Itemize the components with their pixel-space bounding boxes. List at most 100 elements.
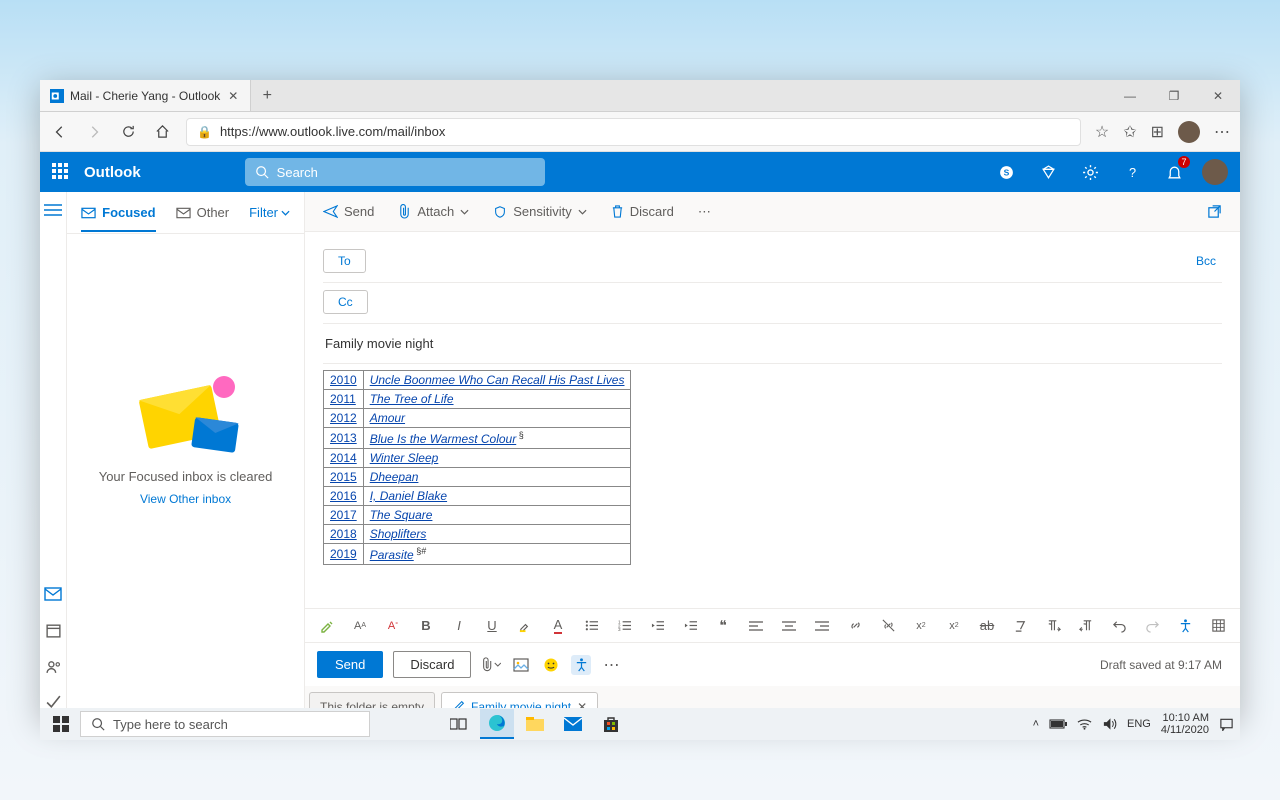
favorites-bar-icon[interactable]: ✩ — [1123, 122, 1136, 142]
favorite-star-icon[interactable]: ☆ — [1095, 122, 1109, 142]
tray-language-icon[interactable]: ENG — [1127, 718, 1151, 730]
taskbar-search-input[interactable]: Type here to search — [80, 711, 370, 737]
window-maximize-button[interactable]: ❐ — [1152, 80, 1196, 111]
cmd-sensitivity[interactable]: Sensitivity — [493, 204, 587, 219]
cmd-discard[interactable]: Discard — [611, 204, 674, 219]
title-link[interactable]: The Square — [370, 508, 433, 522]
taskbar-store-icon[interactable] — [594, 709, 628, 739]
bullets-icon[interactable] — [581, 616, 601, 636]
settings-gear-icon[interactable] — [1076, 158, 1104, 186]
bcc-toggle[interactable]: Bcc — [1196, 254, 1222, 268]
title-link[interactable]: Amour — [370, 411, 405, 425]
tray-battery-icon[interactable] — [1049, 719, 1067, 729]
tray-notifications-icon[interactable] — [1219, 717, 1234, 731]
cc-button[interactable]: Cc — [323, 290, 368, 314]
nav-back-button[interactable] — [50, 122, 70, 142]
compose-body-editor[interactable]: 2010 Uncle Boonmee Who Can Recall His Pas… — [305, 364, 1240, 608]
tray-clock[interactable]: 10:10 AM 4/11/2020 — [1161, 712, 1209, 736]
taskbar-explorer-icon[interactable] — [518, 709, 552, 739]
subject-input[interactable] — [323, 324, 1222, 361]
year-link[interactable]: 2019 — [330, 547, 357, 561]
numbering-icon[interactable]: 123 — [614, 616, 634, 636]
hamburger-menu-icon[interactable] — [43, 200, 63, 220]
new-tab-button[interactable]: + — [251, 80, 283, 111]
undo-icon[interactable] — [1109, 616, 1129, 636]
highlight-icon[interactable] — [515, 616, 535, 636]
title-link[interactable]: I, Daniel Blake — [370, 489, 447, 503]
rail-people-icon[interactable] — [43, 656, 63, 676]
diamond-icon[interactable] — [1034, 158, 1062, 186]
title-link[interactable]: The Tree of Life — [370, 392, 454, 406]
outlook-search-input[interactable]: Search — [245, 158, 545, 186]
task-view-icon[interactable] — [442, 709, 476, 739]
year-link[interactable]: 2011 — [330, 392, 356, 406]
accessibility-icon[interactable] — [1175, 616, 1195, 636]
quote-icon[interactable]: ❝ — [713, 616, 733, 636]
nav-forward-button[interactable] — [84, 122, 104, 142]
accessibility-checker-icon[interactable] — [571, 655, 591, 675]
year-link[interactable]: 2018 — [330, 527, 357, 541]
to-button[interactable]: To — [323, 249, 366, 273]
align-center-icon[interactable] — [779, 616, 799, 636]
send-button[interactable]: Send — [317, 651, 383, 678]
discard-button[interactable]: Discard — [393, 651, 471, 678]
font-family-icon[interactable]: AA — [350, 616, 370, 636]
view-other-inbox-link[interactable]: View Other inbox — [140, 492, 231, 506]
notifications-bell-icon[interactable]: 7 — [1160, 158, 1188, 186]
font-color-icon[interactable]: A — [548, 616, 568, 636]
ltr-icon[interactable] — [1043, 616, 1063, 636]
rail-mail-icon[interactable] — [43, 584, 63, 604]
cmd-send[interactable]: Send — [323, 204, 374, 219]
filter-dropdown[interactable]: Filter — [249, 205, 290, 220]
tab-other[interactable]: Other — [176, 205, 230, 220]
attach-icon[interactable] — [481, 655, 501, 675]
link-icon[interactable] — [845, 616, 865, 636]
tab-close-icon[interactable]: ✕ — [226, 89, 240, 103]
app-launcher-icon[interactable] — [52, 163, 70, 181]
cmd-attach[interactable]: Attach — [398, 204, 469, 219]
strikethrough-icon[interactable]: ab — [977, 616, 997, 636]
bold-icon[interactable]: B — [416, 616, 436, 636]
insert-image-icon[interactable] — [511, 655, 531, 675]
browser-tab[interactable]: Mail - Cherie Yang - Outlook ✕ — [40, 80, 251, 111]
outdent-icon[interactable] — [647, 616, 667, 636]
font-size-icon[interactable]: A° — [383, 616, 403, 636]
collections-icon[interactable]: ⊞ — [1151, 122, 1164, 142]
underline-icon[interactable]: U — [482, 616, 502, 636]
align-right-icon[interactable] — [812, 616, 832, 636]
skype-icon[interactable]: S — [992, 158, 1020, 186]
year-link[interactable]: 2015 — [330, 470, 357, 484]
superscript-icon[interactable]: x2 — [911, 616, 931, 636]
start-button[interactable] — [46, 709, 76, 739]
year-link[interactable]: 2016 — [330, 489, 357, 503]
help-icon[interactable]: ? — [1118, 158, 1146, 186]
title-link[interactable]: Uncle Boonmee Who Can Recall His Past Li… — [370, 373, 625, 387]
table-icon[interactable] — [1208, 616, 1228, 636]
align-left-icon[interactable] — [746, 616, 766, 636]
account-avatar[interactable] — [1202, 159, 1228, 185]
title-link[interactable]: Parasite — [370, 548, 414, 562]
popout-icon[interactable] — [1207, 204, 1222, 219]
taskbar-edge-icon[interactable] — [480, 709, 514, 739]
indent-icon[interactable] — [680, 616, 700, 636]
url-field[interactable]: 🔒 https://www.outlook.live.com/mail/inbo… — [186, 118, 1081, 146]
rail-calendar-icon[interactable] — [43, 620, 63, 640]
clear-format-icon[interactable] — [1010, 616, 1030, 636]
year-link[interactable]: 2010 — [330, 373, 357, 387]
year-link[interactable]: 2017 — [330, 508, 357, 522]
year-link[interactable]: 2012 — [330, 411, 357, 425]
tray-chevron-icon[interactable]: ˄ — [1033, 718, 1039, 730]
rtl-icon[interactable] — [1076, 616, 1096, 636]
year-link[interactable]: 2014 — [330, 451, 357, 465]
year-link[interactable]: 2013 — [330, 431, 357, 445]
italic-icon[interactable]: I — [449, 616, 469, 636]
title-link[interactable]: Dheepan — [370, 470, 419, 484]
profile-avatar[interactable] — [1178, 121, 1200, 143]
cmd-more-icon[interactable]: ⋯ — [698, 204, 711, 220]
redo-icon[interactable] — [1142, 616, 1162, 636]
tray-volume-icon[interactable] — [1102, 717, 1117, 731]
nav-refresh-button[interactable] — [118, 122, 138, 142]
title-link[interactable]: Winter Sleep — [370, 451, 439, 465]
taskbar-mail-icon[interactable] — [556, 709, 590, 739]
tab-focused[interactable]: Focused — [81, 205, 155, 220]
